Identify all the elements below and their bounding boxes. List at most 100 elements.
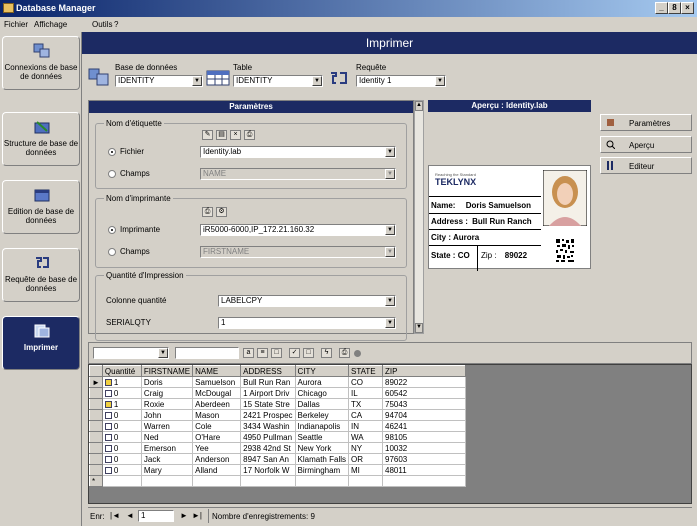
checkbox-icon[interactable]: [104, 466, 112, 474]
zip-cell[interactable]: 89022: [382, 376, 466, 388]
row-selector[interactable]: [89, 420, 103, 432]
sidebar-item-structure[interactable]: Structure de base de données: [2, 112, 80, 166]
empty-cell[interactable]: [101, 475, 142, 487]
row-selector[interactable]: [89, 409, 103, 421]
wand-icon[interactable]: ϟ: [321, 348, 332, 358]
label-field-select[interactable]: NAME ▼: [200, 168, 396, 180]
filter-value-input[interactable]: [175, 347, 239, 359]
quantity-cell[interactable]: 0: [101, 420, 142, 432]
first-cell[interactable]: Doris: [140, 376, 194, 388]
print-icon[interactable]: ⎙: [244, 130, 255, 140]
printer-radio[interactable]: [108, 226, 116, 234]
first-cell[interactable]: Jack: [140, 453, 194, 465]
sidebar-item-requete[interactable]: Requête de base de données: [2, 248, 80, 302]
state-cell[interactable]: IN: [348, 420, 383, 432]
table-row[interactable]: 0 Emerson Yee 2938 42nd St New York NY 10032: [89, 442, 466, 454]
first-record-icon[interactable]: |◄: [110, 511, 120, 520]
state-cell[interactable]: CA: [348, 409, 383, 421]
row-selector[interactable]: [89, 387, 103, 399]
printer-settings-icon[interactable]: ⎙: [202, 207, 213, 217]
first-cell[interactable]: Mary: [140, 464, 194, 476]
state-cell[interactable]: NY: [348, 442, 383, 454]
previous-record-icon[interactable]: ◄: [126, 511, 134, 520]
file-radio[interactable]: [108, 148, 116, 156]
apercu-button[interactable]: Aperçu: [600, 136, 692, 153]
city-cell[interactable]: Birmingham: [294, 464, 350, 476]
zip-cell[interactable]: 94704: [382, 409, 466, 421]
new-icon[interactable]: ✎: [202, 130, 213, 140]
city-cell[interactable]: Klamath Falls: [294, 453, 350, 465]
select-all-icon[interactable]: ✓: [289, 348, 300, 358]
quantity-cell[interactable]: 1: [101, 398, 142, 410]
column-header[interactable]: NAME: [192, 365, 242, 377]
name-cell[interactable]: Yee: [192, 442, 242, 454]
quantity-cell[interactable]: 0: [101, 453, 142, 465]
table-row[interactable]: 0 Mary Alland 17 Norfolk W Birmingham MI 48011: [89, 464, 466, 476]
name-cell[interactable]: McDougal: [192, 387, 242, 399]
parametres-button[interactable]: Paramètres: [600, 114, 692, 131]
table-select[interactable]: IDENTITY ▼: [233, 75, 323, 87]
city-cell[interactable]: Aurora: [294, 376, 350, 388]
city-cell[interactable]: Seattle: [294, 431, 350, 443]
checkbox-icon[interactable]: [104, 389, 112, 397]
menu-fichier[interactable]: Fichier: [4, 20, 28, 29]
record-number-input[interactable]: 1: [138, 510, 174, 522]
serialqty-select[interactable]: 1 ▼: [218, 317, 396, 329]
empty-cell[interactable]: [192, 475, 242, 487]
checked-icon[interactable]: [104, 400, 112, 408]
table-row[interactable]: 0 John Mason 2421 Prospec Berkeley CA 94704: [89, 409, 466, 421]
address-cell[interactable]: 4950 Pullman: [240, 431, 296, 443]
row-selector[interactable]: [89, 398, 103, 410]
column-header[interactable]: ADDRESS: [240, 365, 296, 377]
quantity-cell[interactable]: 0: [101, 409, 142, 421]
sidebar-item-connexions[interactable]: Connexions de base de données: [2, 36, 80, 90]
open-folder-icon[interactable]: ▤: [216, 130, 227, 140]
table-row[interactable]: 0 Jack Anderson 8947 San An Klamath Falls OR 9…: [89, 453, 466, 465]
print-preview-icon[interactable]: ⎙: [339, 348, 350, 358]
table-row[interactable]: 0 Craig McDougal 1 Airport Driv Chicago IL 605…: [89, 387, 466, 399]
scroll-up-icon[interactable]: ▲: [415, 101, 423, 111]
empty-cell[interactable]: [348, 475, 383, 487]
address-cell[interactable]: 3434 Washin: [240, 420, 296, 432]
address-cell[interactable]: 2938 42nd St: [240, 442, 296, 454]
printer-field-radio[interactable]: [108, 248, 116, 256]
params-scrollbar[interactable]: ▲ ▼: [414, 100, 424, 334]
last-record-icon[interactable]: ►|: [192, 511, 202, 520]
query-select[interactable]: Identity 1 ▼: [356, 75, 446, 87]
zip-cell[interactable]: 60542: [382, 387, 466, 399]
checkbox-icon[interactable]: [104, 444, 112, 452]
city-cell[interactable]: Dallas: [294, 398, 350, 410]
deselect-all-icon[interactable]: □: [303, 348, 314, 358]
checkbox-icon[interactable]: [104, 422, 112, 430]
close-button[interactable]: ×: [681, 2, 694, 14]
state-cell[interactable]: TX: [348, 398, 383, 410]
zip-cell[interactable]: 75043: [382, 398, 466, 410]
printer-properties-icon[interactable]: ⚙: [216, 207, 227, 217]
printer-field-select[interactable]: FIRSTNAME ▼: [200, 246, 396, 258]
menu-outils[interactable]: Outils: [92, 20, 112, 29]
form-view-icon[interactable]: □: [271, 348, 282, 358]
checkbox-icon[interactable]: [104, 433, 112, 441]
address-cell[interactable]: 2421 Prospec: [240, 409, 296, 421]
table-row[interactable]: ► 1 Doris Samuelson Bull Run Ran Aurora CO 8902…: [89, 376, 466, 388]
minimize-button[interactable]: _: [655, 2, 668, 14]
field-radio[interactable]: [108, 170, 116, 178]
maximize-button[interactable]: 8: [668, 2, 681, 14]
first-cell[interactable]: Emerson: [140, 442, 194, 454]
zip-cell[interactable]: 10032: [382, 442, 466, 454]
list-view-icon[interactable]: ≡: [257, 348, 268, 358]
table-row[interactable]: 1 Roxie Aberdeen 15 State Stre Dallas TX 75043: [89, 398, 466, 410]
row-selector[interactable]: [89, 431, 103, 443]
state-cell[interactable]: IL: [348, 387, 383, 399]
sidebar-item-imprimer[interactable]: Imprimer: [2, 316, 80, 370]
row-selector[interactable]: [89, 464, 103, 476]
row-selector[interactable]: [89, 453, 103, 465]
city-cell[interactable]: Indianapolis: [294, 420, 350, 432]
first-cell[interactable]: Ned: [140, 431, 194, 443]
name-cell[interactable]: Cole: [192, 420, 242, 432]
quantity-cell[interactable]: 0: [101, 442, 142, 454]
scroll-down-icon[interactable]: ▼: [415, 323, 423, 333]
address-cell[interactable]: 1 Airport Driv: [240, 387, 296, 399]
address-cell[interactable]: 15 State Stre: [240, 398, 296, 410]
sort-az-icon[interactable]: a: [243, 348, 254, 358]
